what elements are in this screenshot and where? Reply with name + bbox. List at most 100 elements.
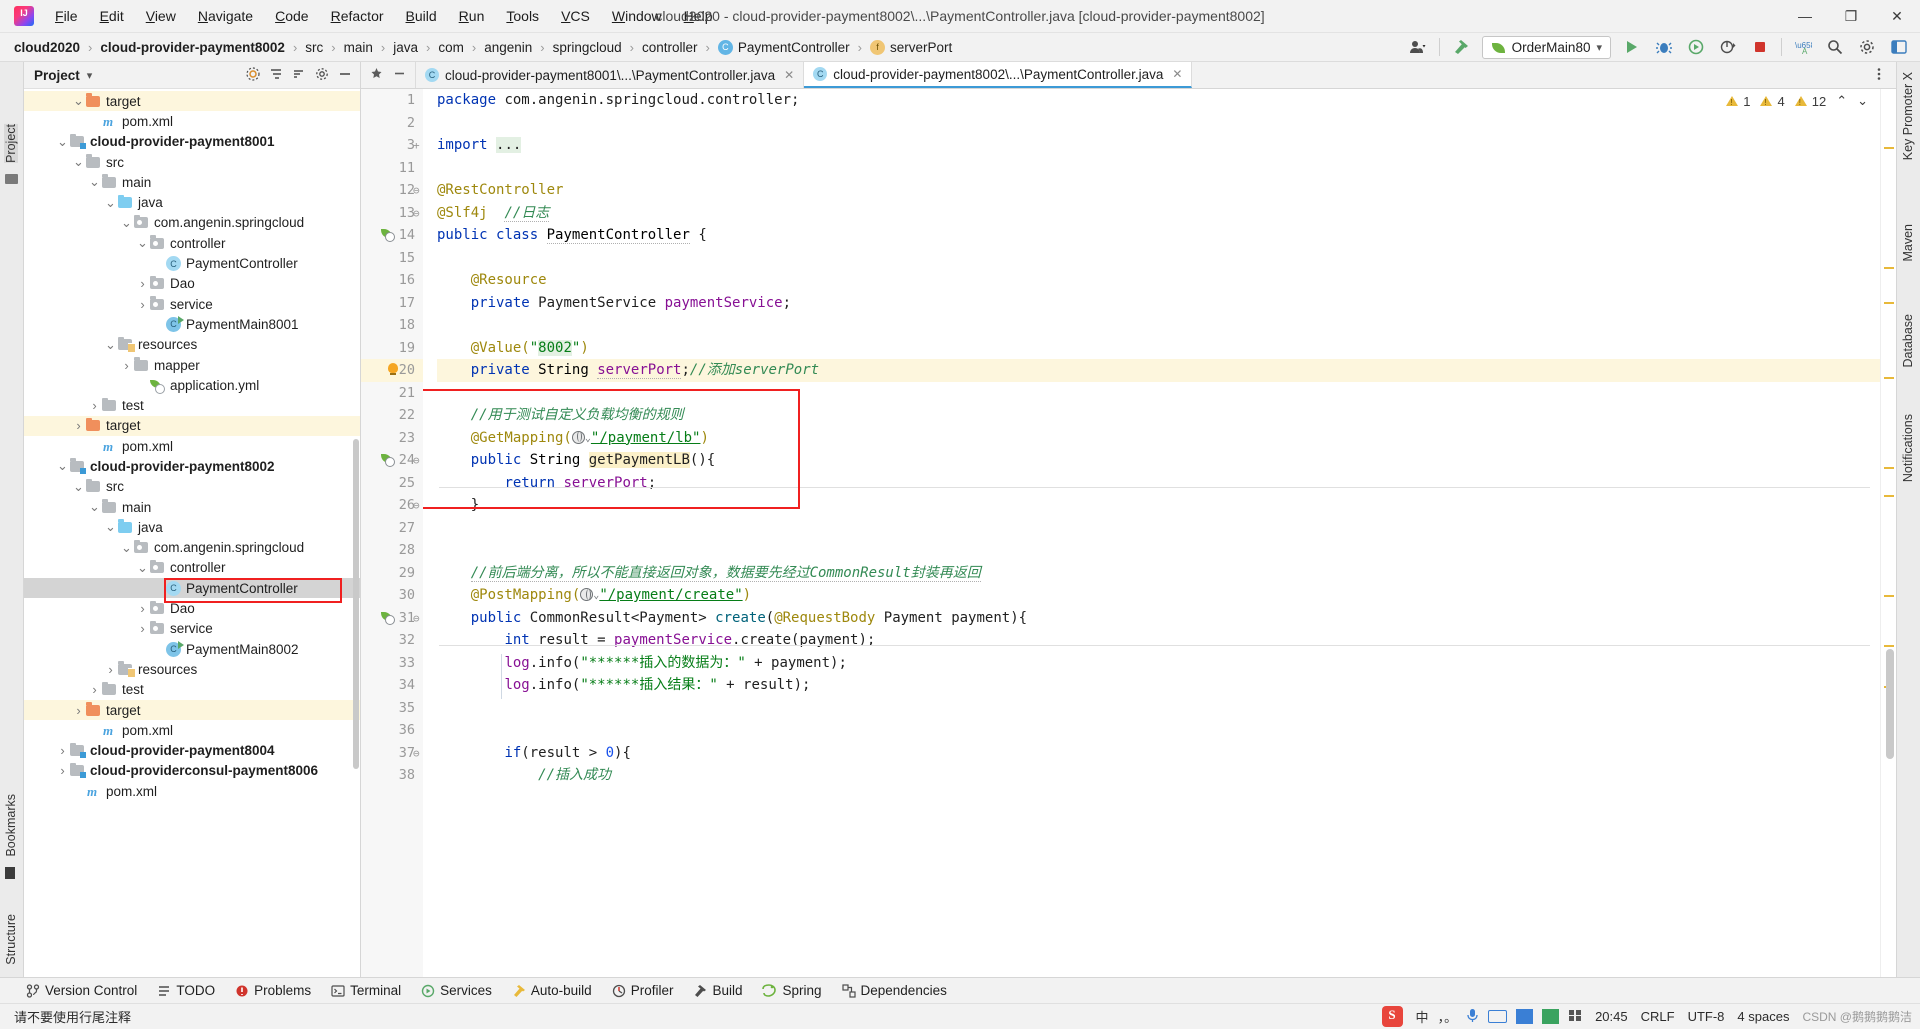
menu-item-tools[interactable]: Tools [495, 4, 550, 28]
code-fold-toggle[interactable]: ⊖ [413, 454, 420, 467]
line-number[interactable]: 2 [361, 112, 423, 135]
maximize-button[interactable]: ❐ [1828, 0, 1874, 33]
line-number[interactable]: 23 [361, 427, 423, 450]
tree-node-cloud-provider-payment8002[interactable]: ⌄ cloud-provider-payment8002 [24, 456, 360, 476]
code-line[interactable] [437, 112, 1880, 135]
code-line[interactable]: } [437, 494, 1880, 517]
toolwindow-button-terminal[interactable]: Terminal [331, 983, 401, 998]
line-number[interactable]: 21 [361, 382, 423, 405]
breadcrumb-item-src[interactable]: src [303, 39, 325, 56]
line-number[interactable]: 32 [361, 629, 423, 652]
code-line[interactable]: public class PaymentController { [437, 224, 1880, 247]
spring-run-gutter-icon[interactable] [381, 611, 395, 625]
line-number[interactable]: 34 [361, 674, 423, 697]
breadcrumb-item-serverport[interactable]: f serverPort [868, 39, 954, 56]
chevron-down-icon[interactable]: ⌄ [72, 480, 85, 493]
tree-node-paymentmain8001[interactable]: C PaymentMain8001 [24, 314, 360, 334]
strip-structure-button[interactable]: Structure [4, 914, 18, 965]
line-number[interactable]: 19 [361, 337, 423, 360]
line-number[interactable]: 30 [361, 584, 423, 607]
strip-project-button[interactable]: Project [4, 124, 18, 163]
code-fold-toggle[interactable]: ⊖ [413, 499, 420, 512]
pin-icon[interactable] [370, 67, 383, 83]
breadcrumb-item-main[interactable]: main [342, 39, 375, 56]
chevron-right-icon[interactable]: › [120, 358, 133, 373]
code-line[interactable] [437, 382, 1880, 405]
settings-icon[interactable] [315, 67, 329, 84]
breadcrumb-item-controller[interactable]: controller [640, 39, 700, 56]
chevron-right-icon[interactable]: › [72, 418, 85, 433]
code-line[interactable] [437, 539, 1880, 562]
code-line[interactable]: @GetMapping(⌄"/payment/lb") [437, 427, 1880, 450]
profile-button[interactable] [1717, 36, 1739, 58]
tree-node-com-angenin-springcloud[interactable]: ⌄ com.angenin.springcloud [24, 213, 360, 233]
breadcrumb-item-springcloud[interactable]: springcloud [551, 39, 624, 56]
layout-icon[interactable] [1888, 36, 1910, 58]
tree-node-main[interactable]: ⌄ main [24, 497, 360, 517]
code-line[interactable]: @Resource [437, 269, 1880, 292]
spring-run-gutter-icon[interactable] [381, 228, 395, 242]
chevron-down-icon[interactable]: ⌄ [56, 459, 69, 472]
chevron-down-icon[interactable]: ⌄ [120, 541, 133, 554]
code-fold-toggle[interactable]: ⊖ [413, 207, 420, 220]
code-line[interactable]: @Slf4j //日志 [437, 202, 1880, 225]
microphone-icon[interactable] [1466, 1008, 1479, 1026]
ime-translate-icon[interactable] [1542, 1009, 1560, 1024]
close-icon[interactable]: ✕ [784, 68, 794, 82]
menu-item-vcs[interactable]: VCS [550, 4, 601, 28]
tree-node-src[interactable]: ⌄ src [24, 477, 360, 497]
code-line[interactable]: int result = paymentService.create(payme… [437, 629, 1880, 652]
strip-maven-button[interactable]: Maven [1901, 224, 1915, 262]
breadcrumb-item-java[interactable]: java [391, 39, 420, 56]
menu-item-code[interactable]: Code [264, 4, 319, 28]
tree-node-test[interactable]: › test [24, 395, 360, 415]
chevron-down-icon[interactable]: ⌄ [136, 236, 149, 249]
editor-scroll-thumb[interactable] [1886, 649, 1894, 759]
warning-mark[interactable] [1884, 147, 1894, 149]
menu-item-build[interactable]: Build [395, 4, 448, 28]
tree-node-dao[interactable]: › Dao [24, 598, 360, 618]
tree-node-controller[interactable]: ⌄ controller [24, 558, 360, 578]
tree-node-pom-xml[interactable]: m pom.xml [24, 111, 360, 131]
strip-database-button[interactable]: Database [1901, 314, 1915, 368]
code-line[interactable]: package com.angenin.springcloud.controll… [437, 89, 1880, 112]
menu-bar[interactable]: File Edit View Navigate Code Refactor Build Run… [44, 4, 723, 28]
run-configuration-selector[interactable]: OrderMain80 ▾ [1481, 35, 1611, 59]
chevron-right-icon[interactable]: › [104, 662, 117, 677]
tree-node-cloud-providerconsul-payment8006[interactable]: › cloud-providerconsul-payment8006 [24, 761, 360, 781]
code-fold-toggle[interactable]: ⊖ [413, 612, 420, 625]
tree-node-paymentmain8002[interactable]: C PaymentMain8002 [24, 639, 360, 659]
chevron-right-icon[interactable]: › [72, 703, 85, 718]
code-fold-toggle[interactable]: + [413, 139, 420, 152]
warning-mark[interactable] [1884, 495, 1894, 497]
toolwindow-button-profiler[interactable]: Profiler [612, 983, 673, 998]
code-fold-toggle[interactable]: ⊖ [413, 747, 420, 760]
keyboard-icon[interactable] [1488, 1010, 1508, 1023]
line-number[interactable]: 15 [361, 247, 423, 270]
menu-item-help[interactable]: Help [673, 4, 724, 28]
tree-node-main[interactable]: ⌄ main [24, 172, 360, 192]
toolwindow-button-problems[interactable]: Problems [235, 983, 311, 998]
code-line[interactable]: @RestController [437, 179, 1880, 202]
chevron-down-icon[interactable]: ⌄ [88, 500, 101, 513]
toolwindow-button-todo[interactable]: TODO [157, 983, 215, 998]
run-with-coverage-button[interactable] [1685, 36, 1707, 58]
code-line[interactable]: @PostMapping(⌄"/payment/create") [437, 584, 1880, 607]
menu-item-navigate[interactable]: Navigate [187, 4, 264, 28]
chevron-down-icon[interactable]: ⌄ [104, 196, 117, 209]
chevron-right-icon[interactable]: › [56, 763, 69, 778]
chevron-right-icon[interactable]: › [88, 398, 101, 413]
warning-mark[interactable] [1884, 302, 1894, 304]
chevron-right-icon[interactable]: › [136, 601, 149, 616]
sogou-ime-icon[interactable] [1381, 1006, 1403, 1027]
chevron-right-icon[interactable]: › [56, 743, 69, 758]
editor-tab-2[interactable]: Ccloud-provider-payment8002\...\PaymentC… [804, 62, 1193, 88]
code-line[interactable]: //用于测试自定义负载均衡的规则 [437, 404, 1880, 427]
locate-icon[interactable] [246, 66, 260, 84]
tree-node-dao[interactable]: › Dao [24, 274, 360, 294]
collapse-all-icon[interactable] [269, 67, 283, 84]
status-indent[interactable]: 4 spaces [1737, 1009, 1789, 1024]
tree-node-resources[interactable]: › resources [24, 659, 360, 679]
stop-button[interactable] [1749, 36, 1771, 58]
chevron-down-icon[interactable]: ⌄ [72, 94, 85, 107]
